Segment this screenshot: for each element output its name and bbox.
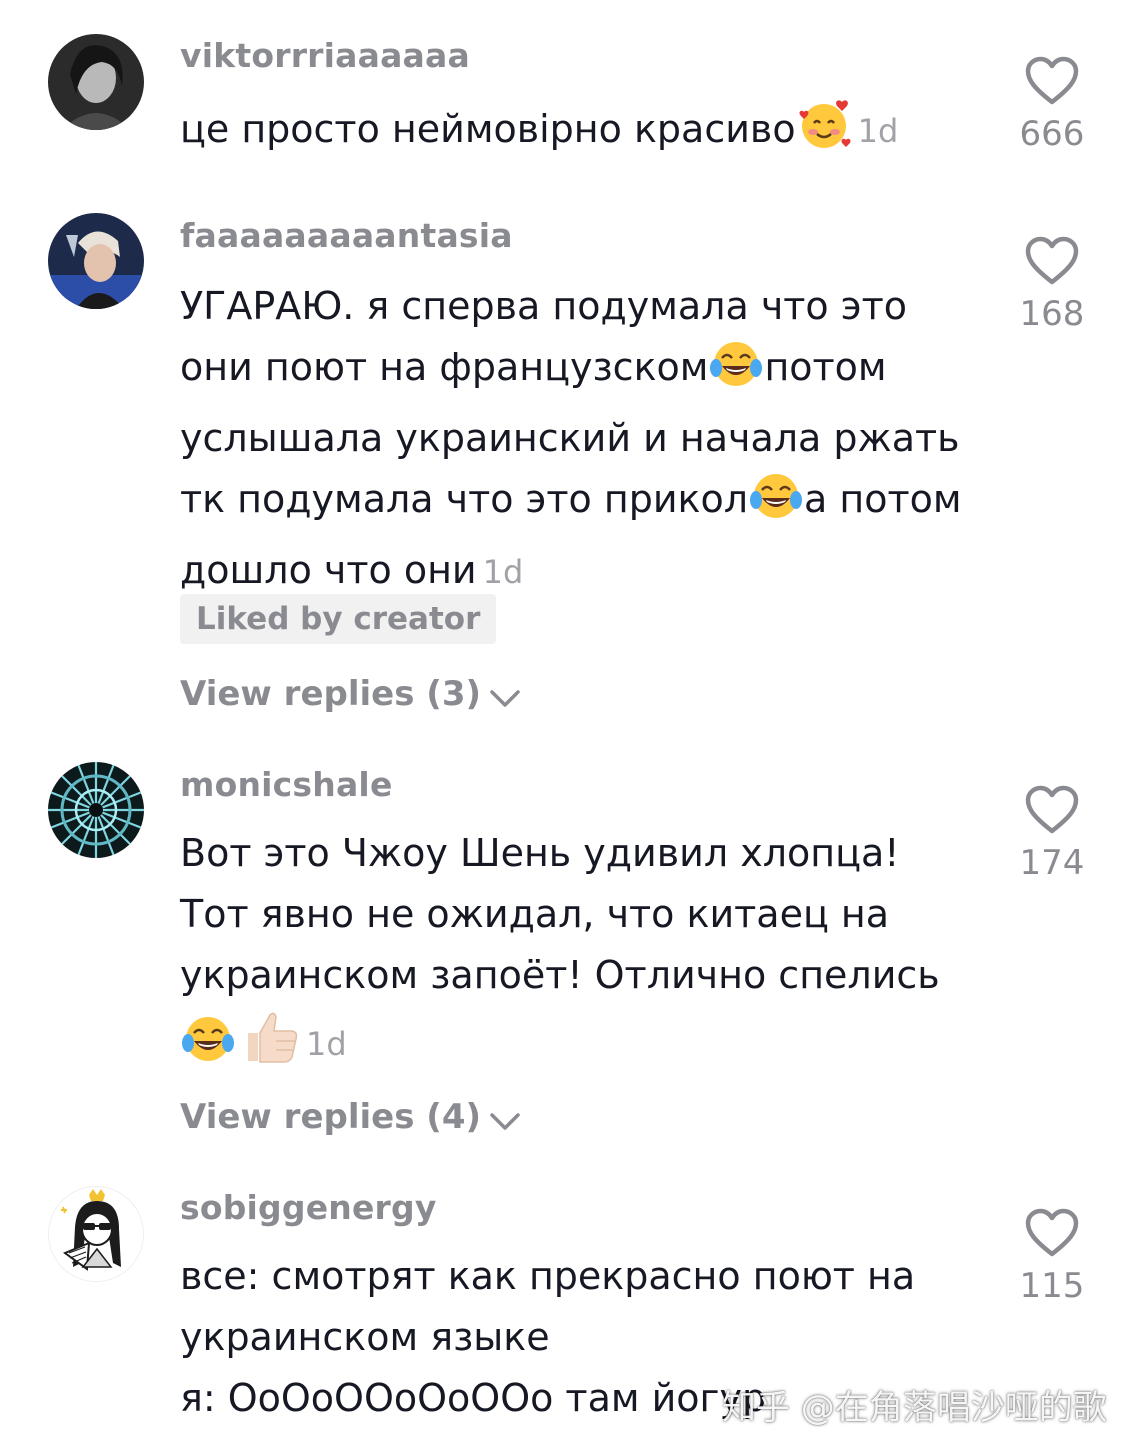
face-with-tears-of-joy-icon bbox=[180, 1013, 236, 1083]
comment-text: УГАРАЮ. я сперва подумала что это они по… bbox=[180, 276, 980, 603]
thumbs-up-icon bbox=[240, 1009, 300, 1083]
avatar-photo-icon bbox=[48, 34, 144, 130]
comment-line: це просто неймовірно красиво bbox=[180, 107, 796, 151]
comment-time: 1d bbox=[482, 553, 524, 591]
comment-line-part: а потом bbox=[804, 477, 962, 521]
comment-line-part: потом bbox=[764, 345, 887, 389]
comment-username[interactable]: faaaaaaaaantasia bbox=[180, 216, 513, 255]
comment-line-part: они поют на французском bbox=[180, 345, 709, 389]
comment-line: Тот явно не ожидал, что китаец на bbox=[180, 892, 890, 936]
comment-username[interactable]: monicshale bbox=[180, 765, 393, 804]
avatar-kaleidoscope-icon bbox=[48, 762, 144, 858]
watermark: 知乎 @在角落唱沙哑的歌 bbox=[722, 1388, 1107, 1428]
like-count: 666 bbox=[1019, 114, 1085, 154]
like-button[interactable]: 174 bbox=[1002, 785, 1102, 883]
face-with-tears-of-joy-icon bbox=[708, 338, 764, 408]
avatar-photo-icon bbox=[48, 213, 144, 309]
comment-text: Вот это Чжоу Шень удивил хлопца! Тот явн… bbox=[180, 823, 980, 1083]
comment-line-part: дошло что они bbox=[180, 548, 477, 592]
comment-text: це просто неймовірно красиво 1d bbox=[180, 96, 980, 170]
comment-line: украинском языке bbox=[180, 1315, 550, 1359]
comment-line: Вот это Чжоу Шень удивил хлопца! bbox=[180, 831, 900, 875]
like-button[interactable]: 666 bbox=[1002, 56, 1102, 154]
avatar[interactable] bbox=[48, 34, 144, 130]
chevron-down-icon bbox=[490, 690, 520, 707]
smiling-face-with-hearts-icon bbox=[796, 96, 852, 170]
heart-outline-icon bbox=[1025, 785, 1079, 834]
view-replies-label: View replies (3) bbox=[180, 674, 482, 714]
comment-time: 1d bbox=[857, 112, 899, 150]
comment-line: все: смотрят как прекрасно поют на bbox=[180, 1254, 916, 1298]
view-replies-button[interactable]: View replies (3) bbox=[180, 674, 521, 714]
like-count: 115 bbox=[1019, 1266, 1085, 1306]
comment-line-part: тк подумала что это прикол bbox=[180, 477, 749, 521]
comment-line: тк подумала что это прикол а потом bbox=[180, 469, 980, 540]
like-count: 174 bbox=[1019, 843, 1085, 883]
face-with-tears-of-joy-icon bbox=[748, 470, 804, 540]
comment-line: украинском запоёт! Отлично спелись bbox=[180, 953, 940, 997]
like-count: 168 bbox=[1019, 294, 1085, 334]
comments-screen: viktorrriaaaaaa це просто неймовірно кра… bbox=[0, 0, 1125, 1449]
comment-time: 1d bbox=[306, 1025, 347, 1063]
chevron-down-icon bbox=[490, 1113, 520, 1130]
comment-username[interactable]: viktorrriaaaaaa bbox=[180, 36, 470, 75]
comment-line: УГАРАЮ. я сперва подумала что это bbox=[180, 284, 907, 328]
like-button[interactable]: 115 bbox=[1002, 1208, 1102, 1306]
avatar[interactable] bbox=[48, 1186, 144, 1282]
avatar[interactable] bbox=[48, 213, 144, 309]
avatar-cartoon-icon bbox=[49, 1187, 143, 1281]
heart-outline-icon bbox=[1025, 56, 1079, 105]
heart-outline-icon bbox=[1025, 1208, 1079, 1257]
comment-username[interactable]: sobiggenergy bbox=[180, 1188, 437, 1227]
liked-by-creator-badge: Liked by creator bbox=[180, 594, 497, 644]
comment-line: 1d bbox=[180, 1009, 980, 1083]
heart-outline-icon bbox=[1025, 236, 1079, 285]
view-replies-button[interactable]: View replies (4) bbox=[180, 1097, 521, 1137]
comment-line: услышала украинский и начала ржать bbox=[180, 416, 960, 460]
avatar[interactable] bbox=[48, 762, 144, 858]
like-button[interactable]: 168 bbox=[1002, 236, 1102, 334]
view-replies-label: View replies (4) bbox=[180, 1097, 482, 1137]
comment-line: они поют на французском потом bbox=[180, 337, 980, 408]
